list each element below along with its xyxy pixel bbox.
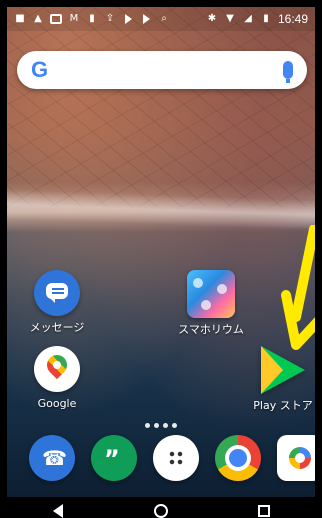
status-bar: ■ ▲ M ▮ ⇪ ⌕ ✱ ▼ ◢ ▮ 16:49: [7, 7, 315, 31]
dock: ☎ ”: [7, 435, 315, 495]
chrome-icon: [215, 435, 261, 481]
page-dot: [163, 423, 168, 428]
page-dot: [154, 423, 159, 428]
search-icon: ⌕: [161, 13, 167, 24]
page-indicator: [145, 423, 177, 428]
dock-phone[interactable]: ☎: [22, 435, 82, 481]
battery-icon: ▮: [263, 13, 269, 24]
status-left: ■ ▲ M ▮ ⇪ ⌕: [14, 13, 170, 25]
google-logo: G: [31, 57, 49, 82]
dock-app-drawer[interactable]: [146, 435, 206, 481]
phone-icon: ☎: [29, 435, 75, 481]
upload-icon: ⇪: [105, 13, 115, 24]
back-icon: [53, 504, 64, 518]
hangouts-icon: ”: [91, 435, 137, 481]
navigation-bar: [7, 497, 315, 518]
status-time: 16:49: [277, 12, 308, 26]
android-home-screen: ■ ▲ M ▮ ⇪ ⌕ ✱ ▼ ◢ ▮ 16:49 G メッセージ スマホリウム…: [7, 7, 315, 518]
app-label: Play ストア: [253, 399, 313, 412]
bluetooth-icon: ✱: [207, 13, 217, 24]
home-icon: [153, 504, 168, 518]
app-label: Google: [37, 397, 77, 410]
google-search-bar[interactable]: G: [17, 51, 307, 89]
gmail-icon: M: [69, 13, 79, 24]
app-google[interactable]: Google: [17, 346, 97, 410]
mic-icon[interactable]: [283, 61, 293, 83]
nav-back-button[interactable]: [38, 499, 78, 518]
wallpaper-texture: [7, 7, 315, 207]
recents-icon: [257, 505, 270, 517]
app-drawer-icon: [153, 435, 199, 481]
sumahor-icon: [187, 270, 235, 318]
yellow-arrow-annotation: [281, 225, 315, 350]
dock-hangouts[interactable]: ”: [84, 435, 144, 481]
google-maps-icon: [34, 346, 80, 392]
nav-recents-button[interactable]: [244, 499, 284, 518]
dock-chrome[interactable]: [208, 435, 268, 481]
app-label: メッセージ: [29, 321, 85, 334]
gallery-icon: [50, 13, 62, 25]
youtube-icon: [122, 13, 134, 25]
app-sumahor[interactable]: スマホリウム: [171, 270, 251, 336]
page-dot: [145, 423, 150, 428]
chat-icon: ■: [15, 13, 25, 24]
usb-icon: ▮: [89, 13, 95, 24]
messages-icon: [34, 270, 80, 316]
youtube-icon: [140, 13, 152, 25]
app-label: スマホリウム: [178, 323, 244, 336]
dock-camera[interactable]: [270, 435, 315, 481]
wifi-icon: ▼: [226, 13, 234, 24]
page-dot: [172, 423, 177, 428]
status-right: ✱ ▼ ◢ ▮ 16:49: [206, 12, 308, 26]
nav-home-button[interactable]: [141, 499, 181, 518]
app-messages[interactable]: メッセージ: [17, 270, 97, 334]
signal-icon: ◢: [244, 13, 252, 24]
camera-icon: [277, 435, 315, 481]
warning-icon: ▲: [34, 13, 42, 24]
